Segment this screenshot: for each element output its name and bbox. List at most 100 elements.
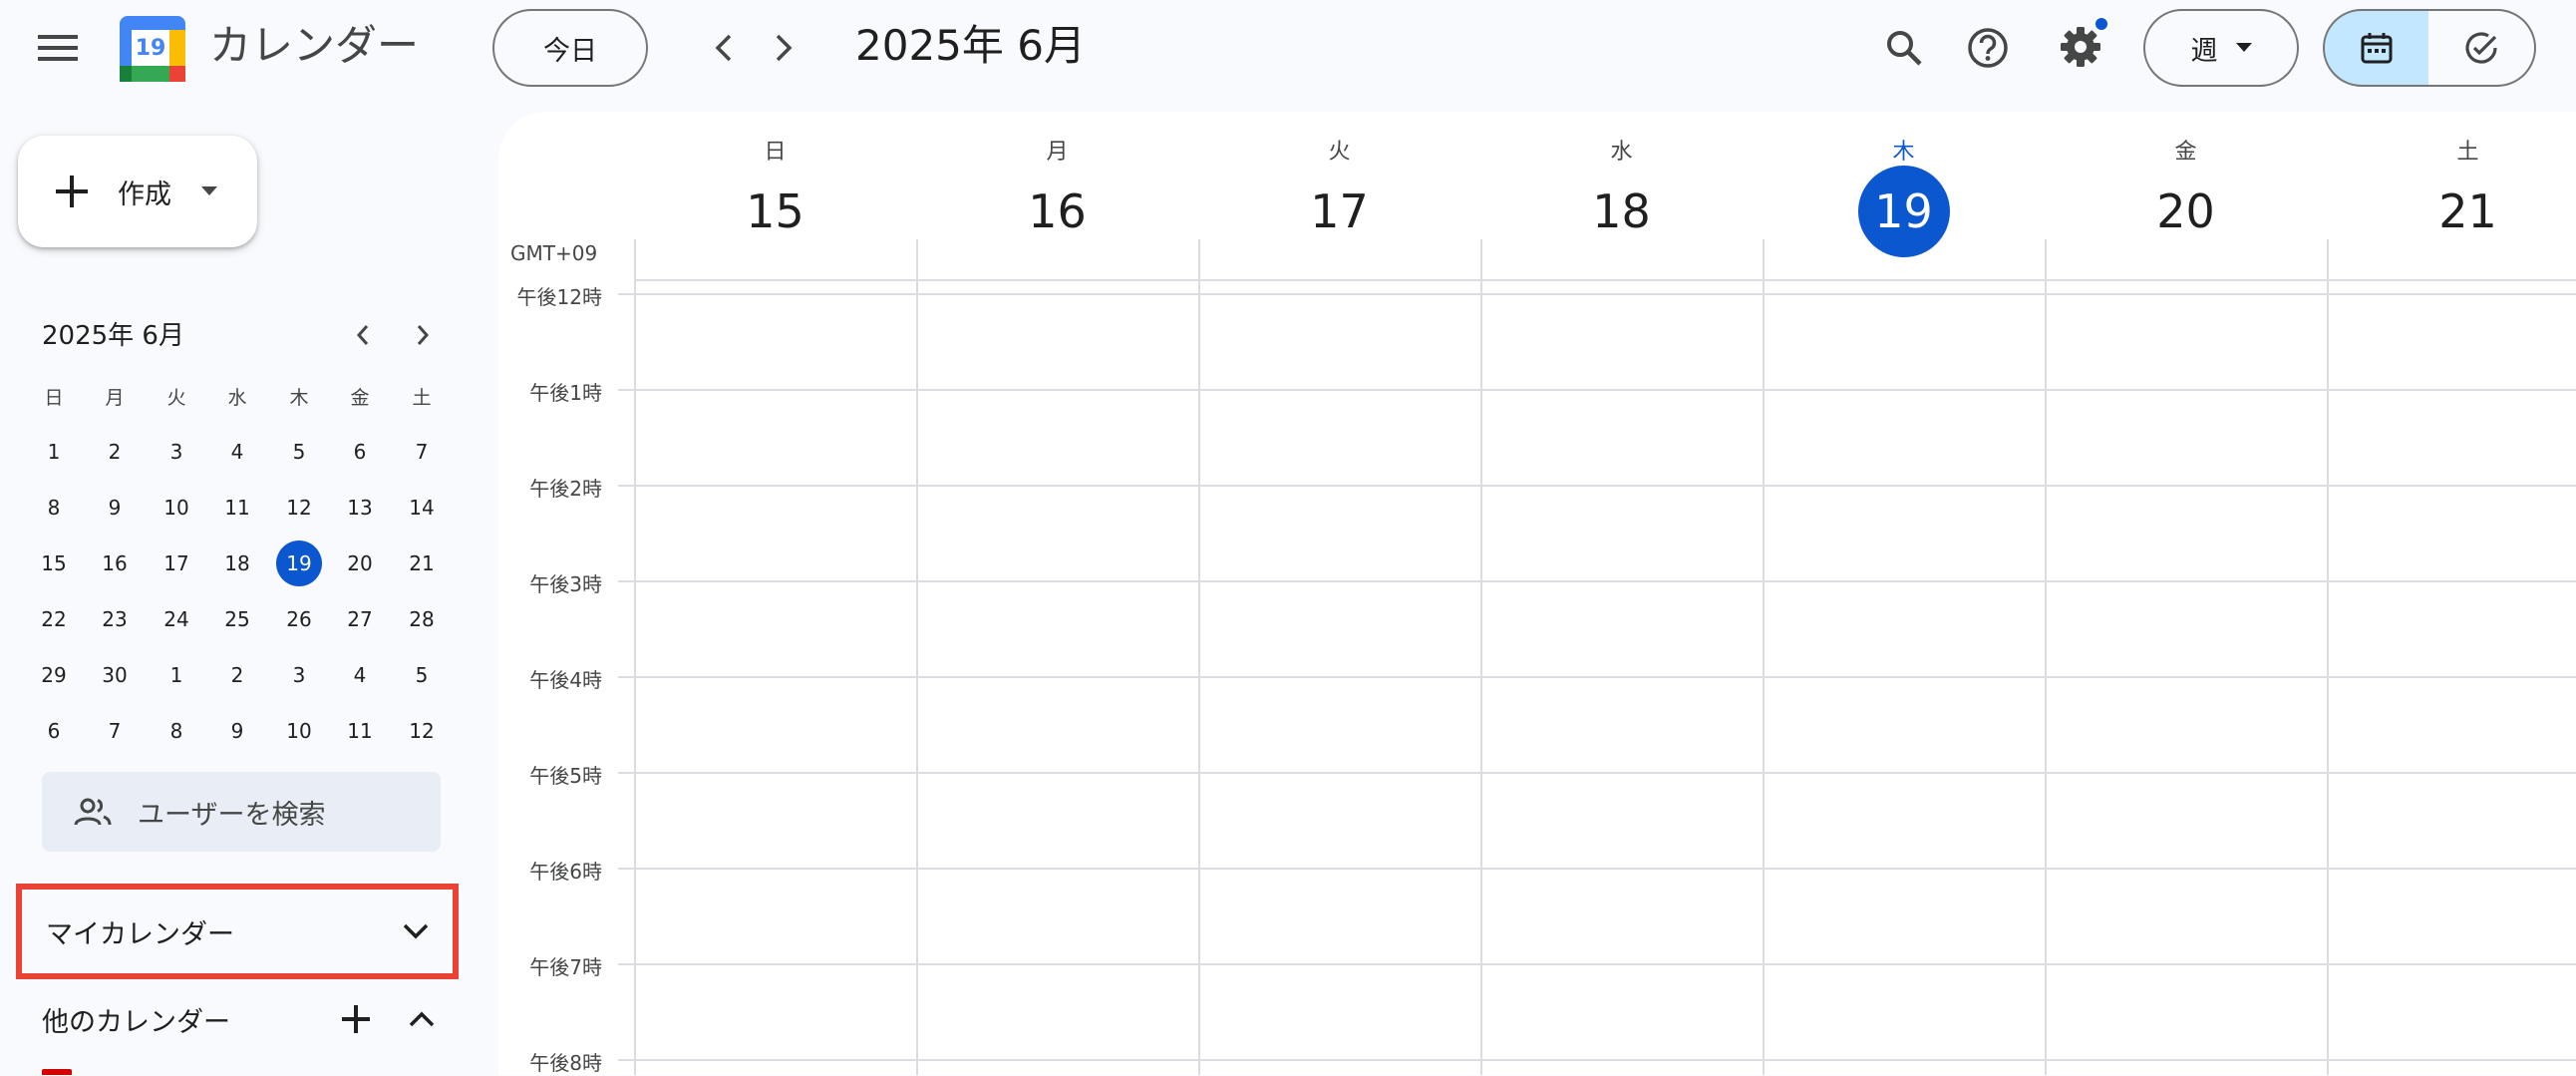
mini-calendar-day[interactable]: 25	[214, 596, 260, 642]
mini-calendar-day[interactable]: 5	[399, 652, 445, 698]
other-calendars-section[interactable]: 他のカレンダー	[16, 993, 459, 1045]
mini-calendar-day[interactable]: 2	[92, 429, 138, 475]
date-number[interactable]: 15	[730, 166, 821, 257]
date-number[interactable]: 20	[2140, 166, 2232, 257]
mini-calendar-day[interactable]: 21	[399, 540, 445, 586]
main-menu-button[interactable]	[28, 18, 88, 78]
mini-calendar-day[interactable]: 12	[276, 485, 322, 531]
calendar-mode-button[interactable]	[2323, 9, 2430, 87]
mini-calendar-day[interactable]: 30	[92, 652, 138, 698]
mini-calendar-day[interactable]: 27	[337, 596, 383, 642]
today-button[interactable]: 今日	[492, 9, 648, 87]
help-icon	[1968, 28, 2008, 68]
chevron-right-icon	[776, 34, 793, 62]
day-header: 月 16	[916, 112, 1198, 281]
day-of-week-label: 木	[1892, 140, 1915, 165]
mini-calendar-day[interactable]: 29	[31, 652, 77, 698]
mini-calendar-day[interactable]: 12	[399, 708, 445, 754]
add-calendar-icon[interactable]	[341, 1004, 371, 1034]
mini-calendar-day[interactable]: 1	[154, 652, 199, 698]
today-date-number[interactable]: 19	[1857, 166, 1950, 257]
hour-label: 午後1時	[529, 381, 602, 405]
day-of-week-label: 水	[1610, 140, 1633, 165]
mini-calendar-weekday: 月	[105, 386, 125, 409]
calendar-logo[interactable]: 19	[120, 16, 185, 82]
timezone-label: GMT+09	[510, 241, 598, 265]
mini-calendar-day[interactable]: 11	[214, 485, 260, 531]
mini-calendar-day[interactable]: 9	[214, 708, 260, 754]
period-title: 2025年 6月	[855, 21, 1086, 70]
mini-calendar-next-button[interactable]	[403, 315, 443, 355]
day-column-divider	[916, 239, 918, 1075]
next-week-button[interactable]	[754, 18, 813, 78]
mini-calendar-weekday: 水	[227, 386, 247, 409]
mini-calendar-day[interactable]: 11	[337, 708, 383, 754]
mini-calendar-day[interactable]: 8	[154, 708, 199, 754]
caret-down-icon	[2235, 43, 2252, 52]
mini-calendar-day[interactable]: 10	[154, 485, 199, 531]
hour-gridline	[618, 389, 2576, 391]
create-button[interactable]: 作成	[18, 136, 257, 247]
search-people-box[interactable]: ユーザーを検索	[42, 772, 441, 852]
date-number[interactable]: 21	[2422, 166, 2514, 257]
mini-calendar-weekday: 火	[166, 386, 186, 409]
hour-label: 午後3時	[529, 572, 602, 596]
hour-gridline	[618, 772, 2576, 774]
mini-calendar-day[interactable]: 7	[92, 708, 138, 754]
mini-calendar-weekday: 木	[289, 386, 309, 409]
mini-calendar-day[interactable]: 4	[214, 429, 260, 475]
mini-calendar-day[interactable]: 5	[276, 429, 322, 475]
date-number[interactable]: 18	[1576, 166, 1668, 257]
mini-calendar-day[interactable]: 18	[214, 540, 260, 586]
mini-calendar-day[interactable]: 6	[337, 429, 383, 475]
hour-gridline	[618, 580, 2576, 582]
mini-calendar-day[interactable]: 24	[154, 596, 199, 642]
previous-week-button[interactable]	[694, 18, 754, 78]
mini-calendar-day[interactable]: 22	[31, 596, 77, 642]
day-column-divider	[1480, 239, 1482, 1075]
search-button[interactable]	[1872, 16, 1936, 80]
mini-calendar-day[interactable]: 9	[92, 485, 138, 531]
date-number[interactable]: 16	[1012, 166, 1104, 257]
hour-gridline	[618, 963, 2576, 965]
mini-calendar-day[interactable]: 10	[276, 708, 322, 754]
my-calendars-section[interactable]: マイカレンダー	[16, 884, 459, 979]
mini-calendar-day[interactable]: 3	[276, 652, 322, 698]
people-icon	[74, 798, 112, 826]
settings-notification-dot	[2095, 18, 2107, 30]
mini-calendar-day[interactable]: 23	[92, 596, 138, 642]
settings-button[interactable]	[2048, 14, 2113, 80]
mini-calendar-day[interactable]: 1	[31, 429, 77, 475]
mini-calendar-day[interactable]: 13	[337, 485, 383, 531]
view-switcher-button[interactable]: 週	[2143, 9, 2299, 87]
mini-calendar-title: 2025年 6月	[42, 321, 184, 351]
help-button[interactable]	[1956, 16, 2020, 80]
mini-calendar-day[interactable]: 28	[399, 596, 445, 642]
mini-calendar-day[interactable]: 20	[337, 540, 383, 586]
view-switcher-label: 週	[2190, 35, 2218, 67]
plus-icon	[56, 176, 88, 207]
day-column-divider	[2327, 239, 2329, 1075]
tasks-mode-button[interactable]	[2428, 9, 2536, 87]
mini-calendar-today[interactable]: 19	[276, 540, 322, 586]
mini-calendar-day[interactable]: 14	[399, 485, 445, 531]
mini-calendar-day[interactable]: 15	[31, 540, 77, 586]
mini-calendar-day[interactable]: 6	[31, 708, 77, 754]
other-calendars-label: 他のカレンダー	[42, 1006, 230, 1038]
mini-calendar-day[interactable]: 8	[31, 485, 77, 531]
day-of-week-label: 金	[2174, 140, 2197, 165]
mini-calendar-day[interactable]: 2	[214, 652, 260, 698]
mini-calendar-prev-button[interactable]	[343, 315, 383, 355]
day-header: 水 18	[1480, 112, 1763, 281]
mini-calendar-day[interactable]: 17	[154, 540, 199, 586]
task-check-icon	[2465, 32, 2497, 64]
mini-calendar-day[interactable]: 7	[399, 429, 445, 475]
mini-calendar-day[interactable]: 26	[276, 596, 322, 642]
mini-calendar-day[interactable]: 3	[154, 429, 199, 475]
hour-label: 午後5時	[529, 764, 602, 788]
mini-calendar-day[interactable]: 4	[337, 652, 383, 698]
date-number[interactable]: 17	[1294, 166, 1386, 257]
my-calendars-label: マイカレンダー	[46, 918, 234, 950]
chevron-up-icon[interactable]	[409, 1011, 435, 1027]
mini-calendar-day[interactable]: 16	[92, 540, 138, 586]
